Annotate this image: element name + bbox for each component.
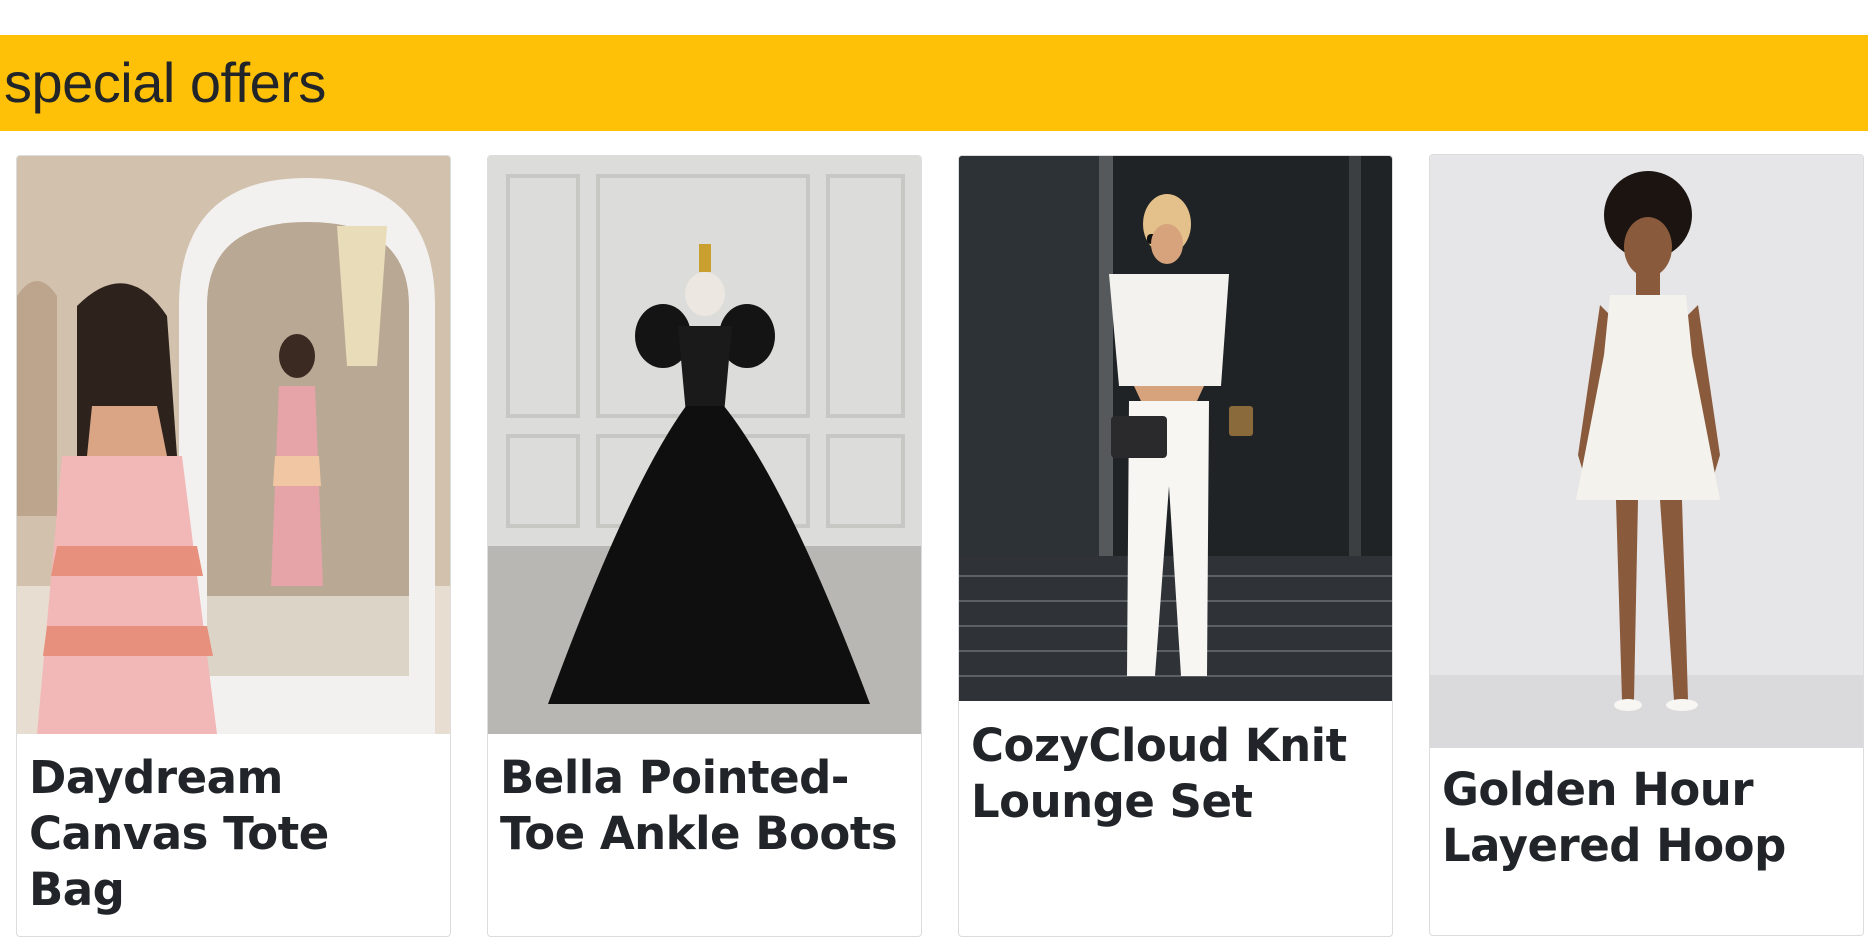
product-card[interactable]: Daydream Canvas Tote Bag bbox=[16, 155, 451, 937]
section-title: special offers bbox=[4, 51, 326, 114]
product-title[interactable]: Golden Hour Layered Hoop bbox=[1442, 762, 1852, 874]
special-offers-banner: special offers bbox=[0, 35, 1868, 131]
product-title[interactable]: Daydream Canvas Tote Bag bbox=[29, 750, 439, 918]
product-card[interactable]: Golden Hour Layered Hoop bbox=[1429, 154, 1864, 936]
product-image[interactable] bbox=[17, 156, 450, 734]
product-image[interactable] bbox=[1430, 155, 1863, 748]
product-card[interactable]: CozyCloud Knit Lounge Set bbox=[958, 155, 1393, 937]
product-image[interactable] bbox=[488, 156, 921, 734]
product-image[interactable] bbox=[959, 156, 1392, 701]
product-title[interactable]: Bella Pointed-Toe Ankle Boots bbox=[500, 750, 910, 862]
product-title[interactable]: CozyCloud Knit Lounge Set bbox=[971, 718, 1381, 830]
product-card[interactable]: Bella Pointed-Toe Ankle Boots bbox=[487, 155, 922, 937]
